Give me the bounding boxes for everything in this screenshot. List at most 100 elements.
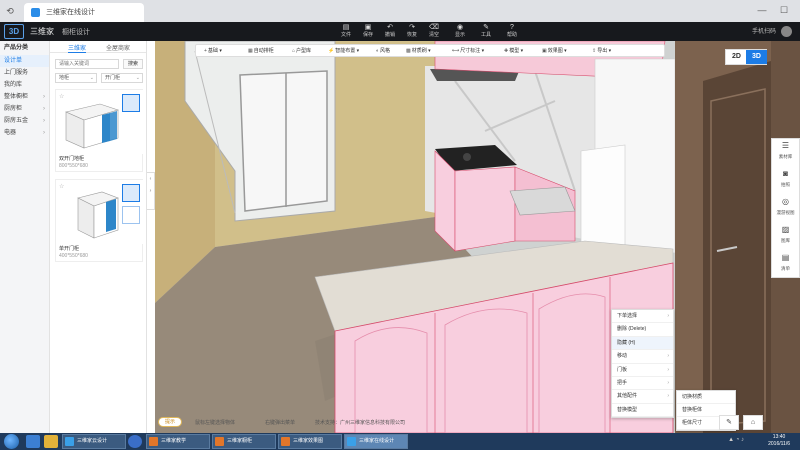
category-select[interactable]: 地柜 ⌄ xyxy=(55,73,97,83)
document-icon: ▤ xyxy=(781,253,790,262)
minimize-button[interactable]: — xyxy=(756,4,768,16)
hint-text: 鼠标左键选择物体 xyxy=(195,420,236,426)
vt-dimension[interactable]: ⟷尺寸标注 ▾ xyxy=(452,47,484,54)
k-app-icon[interactable] xyxy=(128,435,142,448)
chevron-right-icon: › xyxy=(43,130,45,136)
save-button[interactable]: ▣ 保存 xyxy=(358,23,378,40)
vt-smart-arrange[interactable]: ⚡智能布置 ▾ xyxy=(328,47,359,54)
gallery-button[interactable]: ▨ 图库 xyxy=(772,223,799,251)
favorite-icon[interactable]: ☆ xyxy=(59,93,64,100)
support-text: 技术支持：广州三维家信息科技有限公司 xyxy=(315,420,406,426)
bom-list-button[interactable]: ▤ 清单 xyxy=(772,251,799,279)
chevron-right-icon: › xyxy=(667,366,669,373)
redo-button[interactable]: ↷ 恢复 xyxy=(402,23,422,40)
nav-item-service[interactable]: 上门服务 xyxy=(0,67,49,79)
tab-merchant[interactable]: 全屋商家 xyxy=(106,43,130,52)
list-icon: ☰ xyxy=(781,141,790,150)
vt-material-brush[interactable]: ▩材质刷 ▾ xyxy=(406,47,431,54)
product-card[interactable]: ☆ 双开门地柜 800*550*680 xyxy=(55,89,144,172)
ctx-replace-model[interactable]: 替换模型 xyxy=(612,404,673,418)
vt-model[interactable]: ✚模型 ▾ xyxy=(504,47,523,54)
ctx-hide[interactable]: 隐藏 (H) xyxy=(612,336,673,351)
app-icon xyxy=(281,437,290,446)
ctx-move[interactable]: 移动 › xyxy=(612,350,673,364)
start-button[interactable] xyxy=(4,434,19,449)
help-button[interactable]: ? 帮助 xyxy=(502,23,522,40)
variant-option[interactable] xyxy=(122,94,140,112)
tab-sanweijia[interactable]: 三维家 xyxy=(68,43,87,53)
vt-export[interactable]: ⇪导出 ▾ xyxy=(592,47,611,54)
vt-auto-layout[interactable]: ▦自动排柜 xyxy=(248,47,274,54)
favorite-icon[interactable]: ☆ xyxy=(59,183,64,190)
ctx-delete[interactable]: 删除 (Delete) xyxy=(612,323,673,337)
view-mode-toggle: 2D 3D xyxy=(725,49,767,65)
vt-render[interactable]: ▣效果图 ▾ xyxy=(542,47,567,54)
roam-view-button[interactable]: ◎ 漫游视图 xyxy=(772,195,799,223)
tools-button[interactable]: ✎ 工具 xyxy=(476,23,496,40)
panel-collapse-toggle[interactable]: ‹ › xyxy=(147,172,155,210)
ruler-icon[interactable]: ✎ xyxy=(719,415,739,430)
nav-item-whole-cabinet[interactable]: 整体橱柜 › xyxy=(0,91,49,103)
taskbar-item-active[interactable]: 三维家在线设计 xyxy=(344,434,408,449)
kitchen-scene xyxy=(155,41,771,433)
variant-option[interactable] xyxy=(122,184,140,202)
ie-icon[interactable] xyxy=(26,435,40,448)
ctx-door-panel[interactable]: 门板 › xyxy=(612,364,673,377)
chevron-right-icon: › xyxy=(667,353,669,360)
submenu-item[interactable]: 切换材质 xyxy=(677,391,735,404)
hint-text: 右键弹出菜单 xyxy=(265,420,296,426)
chevron-right-icon: › xyxy=(43,94,45,100)
system-tray[interactable]: ▲ ◔ ♪ xyxy=(728,437,744,443)
hint-badge[interactable]: 提示 xyxy=(158,417,182,427)
browser-tab[interactable]: 三维家在线设计 xyxy=(24,3,144,22)
nav-item-design[interactable]: 设计单 xyxy=(0,55,49,67)
clear-button[interactable]: ⌫ 清空 xyxy=(424,23,444,40)
search-input[interactable] xyxy=(55,59,119,69)
product-card[interactable]: ☆ 单开门柜 400*550*680 xyxy=(55,179,144,262)
app-title: 橱柜设计 xyxy=(62,29,90,36)
avatar[interactable] xyxy=(781,26,792,37)
image-icon: ▨ xyxy=(781,225,790,234)
taskbar-item[interactable]: 三维家云设计 xyxy=(62,434,126,449)
catalog-tabs: 三维家 全屋商家 xyxy=(50,41,146,53)
nav-item-hardware[interactable]: 厨房五金 › xyxy=(0,115,49,127)
vt-basic[interactable]: +基础 ▾ xyxy=(204,47,222,54)
browser-tab-title: 三维家在线设计 xyxy=(46,9,95,16)
material-library-button[interactable]: ☰ 素材库 xyxy=(772,139,799,167)
mobile-scan-label[interactable]: 手机扫码 xyxy=(752,26,776,35)
view-2d-button[interactable]: 2D xyxy=(726,50,747,64)
clock[interactable]: 13:40 2016/11/6 xyxy=(768,434,790,448)
product-size: 800*550*680 xyxy=(59,163,88,169)
camera-icon[interactable]: ⌂ xyxy=(743,415,763,430)
vt-floorplan[interactable]: ⌂户型库 xyxy=(292,47,311,54)
view-3d-button[interactable]: 3D xyxy=(746,50,767,64)
ctx-other-parts[interactable]: 其他配件 › xyxy=(612,390,673,404)
chevron-right-icon: › xyxy=(667,379,669,386)
back-arrow-icon[interactable]: ⟲ xyxy=(4,5,16,17)
nav-item-kitchen-cabinet[interactable]: 厨房柜 › xyxy=(0,103,49,115)
camera-icon: ◙ xyxy=(783,169,788,178)
type-select[interactable]: 开门柜 ⌄ xyxy=(101,73,143,83)
undo-button[interactable]: ↶ 撤销 xyxy=(380,23,400,40)
search-row: 搜索 xyxy=(55,59,143,69)
nav-item-my-library[interactable]: 我的库 xyxy=(0,79,49,91)
display-button[interactable]: ◉ 显示 xyxy=(450,23,470,40)
nav-item-appliances[interactable]: 电器 › xyxy=(0,127,49,139)
app-toolbar: 3D 三维家 橱柜设计 ▤ 文件 ▣ 保存 ↶ 撤销 ↷ 恢复 ⌫ 清空 ◉ 显示 ✎ 工具 … xyxy=(0,22,800,41)
search-button[interactable]: 搜索 xyxy=(123,59,143,69)
status-hint-bar: 提示 鼠标左键选择物体 右键弹出菜单 技术支持：广州三维家信息科技有限公司 xyxy=(155,416,475,428)
variant-option[interactable] xyxy=(122,206,140,224)
file-button[interactable]: ▤ 文件 xyxy=(336,23,356,40)
maximize-button[interactable]: ☐ xyxy=(778,4,790,16)
chevron-right-icon: › xyxy=(43,106,45,112)
taskbar-item[interactable]: 三维家橱柜 xyxy=(212,434,276,449)
taskbar-item[interactable]: 三维家效果图 xyxy=(278,434,342,449)
ctx-order-select[interactable]: 下单选择 › xyxy=(612,310,673,324)
3d-viewport[interactable]: +基础 ▾ ▦自动排柜 ⌂户型库 ⚡智能布置 ▾ ◐风格 ▩材质刷 ▾ ⟷尺寸标… xyxy=(155,41,771,433)
photo-button[interactable]: ◙ 拍照 xyxy=(772,167,799,195)
vt-style[interactable]: ◐风格 xyxy=(376,47,390,54)
ctx-handle[interactable]: 把手 › xyxy=(612,377,673,391)
taskbar-item[interactable]: 三维家教学 xyxy=(146,434,210,449)
app-icon xyxy=(65,437,74,446)
folder-icon[interactable] xyxy=(44,435,58,448)
